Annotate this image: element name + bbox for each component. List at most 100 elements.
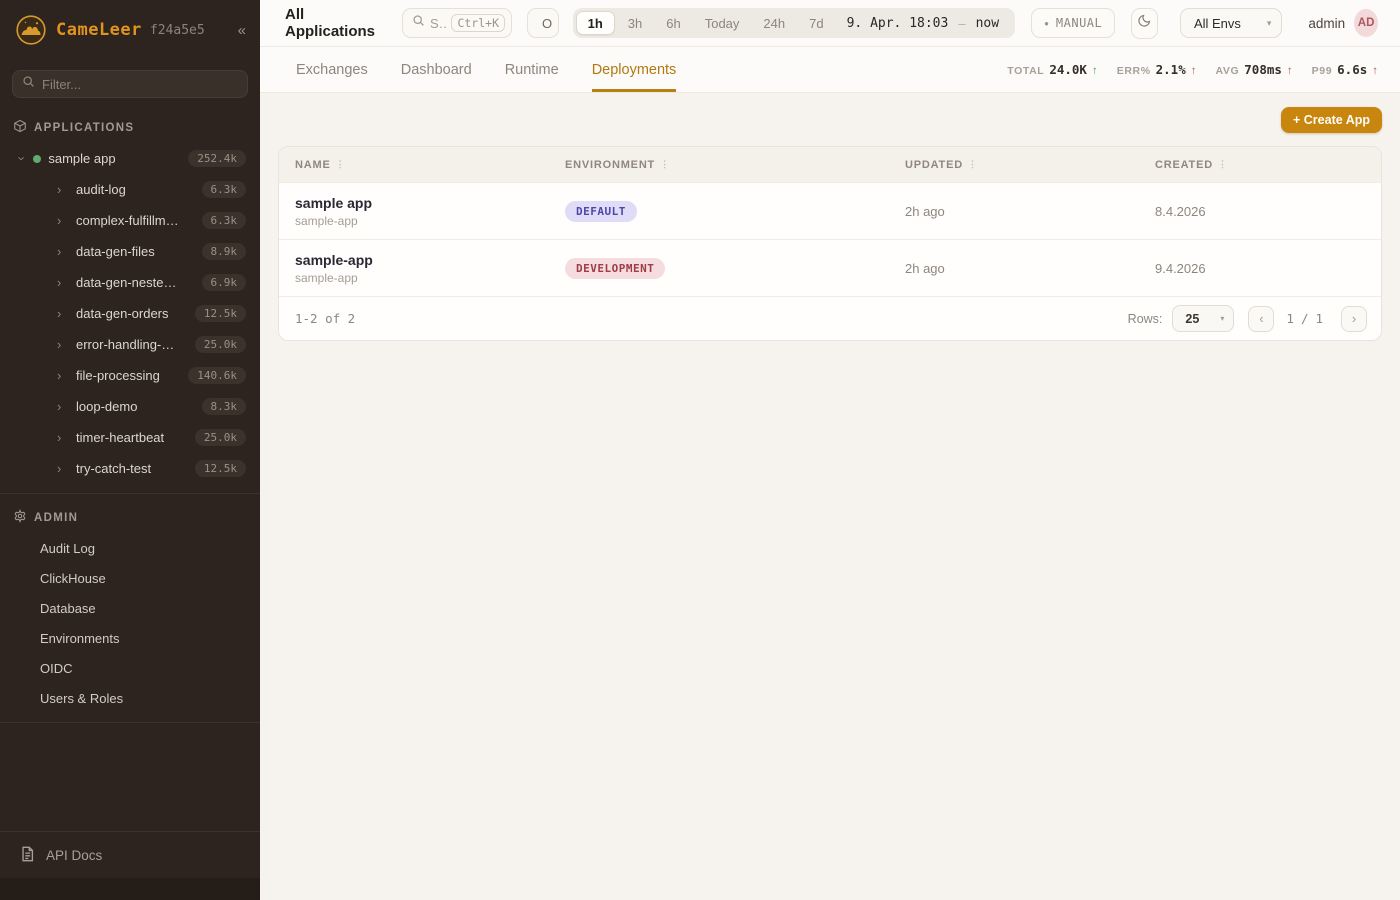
next-page-button[interactable]: › <box>1341 306 1367 332</box>
count-badge: 25.0k <box>195 336 246 353</box>
sidebar-item-file-processing[interactable]: › file-processing 140.6k <box>0 360 260 391</box>
theme-toggle-button[interactable] <box>1131 8 1158 39</box>
column-header-environment[interactable]: ENVIRONMENT ⋮ <box>565 159 905 171</box>
tab-label: Deployments <box>592 62 677 78</box>
time-range-1h[interactable]: 1h <box>576 11 615 35</box>
search-input[interactable] <box>430 16 446 31</box>
chevron-right-icon[interactable]: › <box>57 182 71 197</box>
tab-label: Dashboard <box>401 62 472 78</box>
time-range-today[interactable]: Today <box>694 11 751 35</box>
time-range-24h[interactable]: 24h <box>752 11 796 35</box>
time-range-3h[interactable]: 3h <box>617 11 653 35</box>
global-search[interactable]: Ctrl+K <box>402 8 512 38</box>
prev-page-button[interactable]: ‹ <box>1248 306 1274 332</box>
chevron-right-icon[interactable]: › <box>57 244 71 259</box>
stat-total: TOTAL 24.0K ↑ <box>1007 62 1097 77</box>
sidebar-item-database[interactable]: Database <box>0 593 260 623</box>
cell-created: 8.4.2026 <box>1155 204 1365 219</box>
actions-row: + Create App <box>278 107 1382 133</box>
count-badge: 6.9k <box>202 274 247 291</box>
environment-filter-select[interactable]: All Envs ▾ <box>1180 8 1282 38</box>
tab-dashboard[interactable]: Dashboard <box>401 47 472 92</box>
chevron-right-icon[interactable]: › <box>57 399 71 414</box>
sort-icon: ⋮ <box>1218 159 1228 170</box>
sidebar-item-data-gen-orders[interactable]: › data-gen-orders 12.5k <box>0 298 260 329</box>
gear-icon <box>13 509 27 526</box>
count-badge: 8.9k <box>202 243 247 260</box>
sidebar-item-data-gen-files[interactable]: › data-gen-files 8.9k <box>0 236 260 267</box>
app-root: CameLeer f24a5e5 « APPLICATIONS › sample… <box>0 0 1400 900</box>
admin-item-label: OIDC <box>40 661 73 676</box>
chevron-right-icon[interactable]: › <box>57 430 71 445</box>
sidebar-item-environments[interactable]: Environments <box>0 623 260 653</box>
cell-name: sample-app sample-app <box>295 252 565 285</box>
tab-runtime[interactable]: Runtime <box>505 47 559 92</box>
avatar[interactable]: AD <box>1354 9 1378 37</box>
sidebar-item-data-gen-nested[interactable]: › data-gen-neste… 6.9k <box>0 267 260 298</box>
online-status-chip[interactable]: O <box>527 8 559 38</box>
sort-icon: ⋮ <box>336 159 346 170</box>
cell-environment: DEFAULT <box>565 201 905 222</box>
chevron-down-icon: ▾ <box>1267 18 1272 29</box>
app-slug: sample-app <box>295 271 565 285</box>
tree-item-label: data-gen-files <box>76 244 155 259</box>
rows-per-page-select[interactable]: 25 ▾ <box>1172 305 1234 332</box>
stat-value: 708ms <box>1244 62 1282 77</box>
create-app-button[interactable]: + Create App <box>1281 107 1382 133</box>
table-row[interactable]: sample-app sample-app DEVELOPMENT 2h ago… <box>279 239 1381 296</box>
tab-deployments[interactable]: Deployments <box>592 47 677 92</box>
sidebar-item-audit-log[interactable]: › audit-log 6.3k <box>0 174 260 205</box>
chevron-right-icon[interactable]: › <box>57 337 71 352</box>
sidebar-item-loop-demo[interactable]: › loop-demo 8.3k <box>0 391 260 422</box>
page-title: All Applications <box>285 6 381 40</box>
chevron-right-icon[interactable]: › <box>57 306 71 321</box>
moon-icon <box>1137 13 1152 33</box>
stat-p99: P99 6.6s ↑ <box>1312 62 1378 77</box>
api-docs-label: API Docs <box>46 848 102 863</box>
range-end-value[interactable]: now <box>970 16 1005 31</box>
time-range-7d[interactable]: 7d <box>798 11 834 35</box>
rows-per-page-label: Rows: <box>1128 312 1163 326</box>
chevron-down-icon[interactable]: › <box>15 156 30 160</box>
sidebar-bottom-strip <box>0 878 260 900</box>
refresh-mode-button[interactable]: ● MANUAL <box>1031 8 1115 38</box>
rows-per-page-value: 25 <box>1185 312 1199 326</box>
table-footer: 1-2 of 2 Rows: 25 ▾ ‹ 1 / 1 › <box>279 296 1381 340</box>
column-header-name[interactable]: NAME ⋮ <box>295 159 565 171</box>
admin-item-label: Users & Roles <box>40 691 123 706</box>
search-icon <box>412 14 425 32</box>
sidebar-filter[interactable] <box>12 70 248 98</box>
sidebar-item-audit-log-admin[interactable]: Audit Log <box>0 533 260 563</box>
trend-up-icon: ↑ <box>1191 65 1197 77</box>
sidebar-item-complex-fulfillment[interactable]: › complex-fulfillm… 6.3k <box>0 205 260 236</box>
sidebar-collapse-icon[interactable]: « <box>238 22 246 39</box>
chevron-right-icon[interactable]: › <box>57 368 71 383</box>
column-label: CREATED <box>1155 159 1213 171</box>
tab-exchanges[interactable]: Exchanges <box>296 47 368 92</box>
sidebar-item-timer-heartbeat[interactable]: › timer-heartbeat 25.0k <box>0 422 260 453</box>
admin-item-label: Database <box>40 601 96 616</box>
table-row[interactable]: sample app sample-app DEFAULT 2h ago 8.4… <box>279 182 1381 239</box>
column-label: ENVIRONMENT <box>565 159 655 171</box>
column-header-created[interactable]: CREATED ⋮ <box>1155 159 1365 171</box>
filter-input[interactable] <box>42 77 238 92</box>
column-header-updated[interactable]: UPDATED ⋮ <box>905 159 1155 171</box>
chevron-right-icon[interactable]: › <box>57 275 71 290</box>
sidebar-item-clickhouse[interactable]: ClickHouse <box>0 563 260 593</box>
sidebar-item-oidc[interactable]: OIDC <box>0 653 260 683</box>
api-docs-link[interactable]: API Docs <box>0 831 260 878</box>
admin-item-label: Environments <box>40 631 119 646</box>
stat-err: ERR% 2.1% ↑ <box>1117 62 1197 77</box>
pagination-controls: Rows: 25 ▾ ‹ 1 / 1 › <box>1128 305 1367 332</box>
chevron-right-icon[interactable]: › <box>57 213 71 228</box>
tabs-row: Exchanges Dashboard Runtime Deployments … <box>260 47 1400 93</box>
time-range-6h[interactable]: 6h <box>655 11 691 35</box>
chevron-right-icon[interactable]: › <box>57 461 71 476</box>
sidebar-item-error-handling[interactable]: › error-handling-… 25.0k <box>0 329 260 360</box>
sidebar-item-sample-app[interactable]: › sample app 252.4k <box>0 143 260 174</box>
sidebar-item-try-catch-test[interactable]: › try-catch-test 12.5k <box>0 453 260 484</box>
tree-item-label: data-gen-neste… <box>76 275 176 290</box>
cell-name: sample app sample-app <box>295 195 565 228</box>
range-start-value[interactable]: 9. Apr. 18:03 <box>837 16 955 31</box>
sidebar-item-users-roles[interactable]: Users & Roles <box>0 683 260 713</box>
